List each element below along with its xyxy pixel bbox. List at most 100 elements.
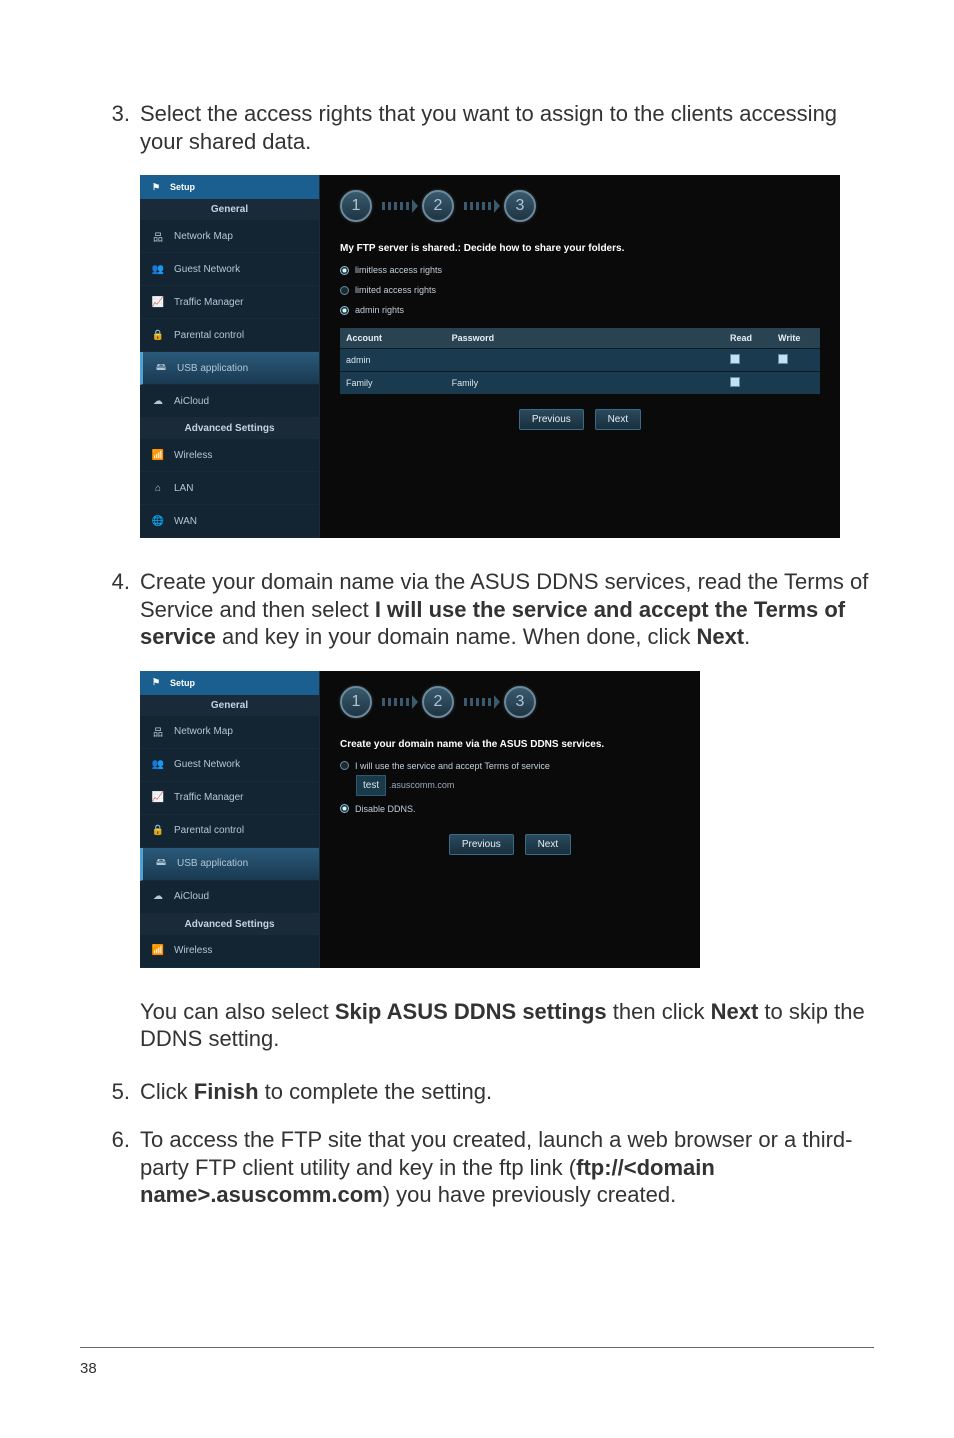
sidebar-item-label: AiCloud: [174, 891, 209, 902]
usb-icon: 🖴: [153, 360, 169, 376]
sidebar-item-usb[interactable]: 🖴 USB application: [140, 848, 319, 881]
sidebar-item-wireless[interactable]: 📶 Wireless: [140, 935, 319, 968]
sidebar-item-wireless[interactable]: 📶Wireless: [140, 439, 319, 472]
arrow-icon: [464, 698, 494, 706]
main-panel: 1 2 3 Create your domain name via the AS…: [320, 671, 700, 968]
radio-accept-terms[interactable]: I will use the service and accept Terms …: [340, 756, 680, 776]
flag-icon: ⚑: [148, 675, 164, 691]
radio-admin[interactable]: admin rights: [340, 300, 820, 320]
chart-icon: 📈: [150, 790, 166, 806]
sidebar-item-network-map[interactable]: 品Network Map: [140, 716, 319, 749]
text: .: [744, 624, 750, 649]
sidebar-item-network-map[interactable]: 品Network Map: [140, 220, 319, 253]
usb-icon: 🖴: [153, 856, 169, 872]
step-number: 5.: [100, 1078, 140, 1107]
cloud-icon: ☁: [150, 393, 166, 409]
bold-text: Finish: [194, 1079, 259, 1104]
sidebar-item-traffic[interactable]: 📈 Traffic Manager: [140, 782, 319, 815]
sidebar-item-label: LAN: [174, 483, 193, 494]
next-button[interactable]: Next: [595, 409, 642, 430]
arrow-icon: [464, 202, 494, 210]
checkbox-icon: [778, 354, 788, 364]
sidebar-item-label: Traffic Manager: [174, 792, 243, 803]
arrow-icon: [382, 698, 412, 706]
radio-icon: [340, 306, 349, 315]
radio-icon: [340, 761, 349, 770]
previous-button[interactable]: Previous: [519, 409, 584, 430]
cloud-icon: ☁: [150, 889, 166, 905]
domain-input[interactable]: test: [356, 775, 386, 796]
radio-limitless[interactable]: limitless access rights: [340, 260, 820, 280]
cell-write[interactable]: [772, 349, 820, 372]
sidebar-item-wan[interactable]: 🌐WAN: [140, 505, 319, 538]
cell-password[interactable]: Family: [446, 372, 724, 395]
cell-read[interactable]: [724, 372, 772, 395]
advanced-header: Advanced Settings: [140, 418, 319, 439]
setup-label: Setup: [170, 182, 195, 192]
radio-label: limited access rights: [355, 285, 436, 295]
setup-header: ⚑ Setup: [140, 175, 319, 199]
network-icon: 品: [150, 228, 166, 244]
accounts-table: Account Password Read Write admin Family…: [340, 328, 820, 394]
step-number: 6.: [100, 1126, 140, 1209]
sidebar-item-traffic[interactable]: 📈Traffic Manager: [140, 286, 319, 319]
sidebar-item-guest[interactable]: 👥Guest Network: [140, 749, 319, 782]
sidebar-item-lan[interactable]: ⌂ LAN: [140, 472, 319, 505]
sidebar-item-label: Wireless: [174, 450, 212, 461]
sidebar-item-aicloud[interactable]: ☁ AiCloud: [140, 881, 319, 914]
sidebar-item-label: Network Map: [174, 726, 233, 737]
wifi-icon: 📶: [150, 943, 166, 959]
sidebar-item-label: Guest Network: [174, 264, 240, 275]
table-row: admin: [340, 349, 820, 372]
next-button[interactable]: Next: [525, 834, 572, 855]
main-panel: 1 2 3 My FTP server is shared.: Decide h…: [320, 175, 840, 538]
sidebar-item-label: USB application: [177, 363, 248, 374]
step-6-text: To access the FTP site that you created,…: [140, 1126, 874, 1209]
radio-label: admin rights: [355, 305, 404, 315]
text: You can also select: [140, 999, 335, 1024]
radio-icon: [340, 286, 349, 295]
th-read: Read: [724, 328, 772, 349]
wizard-step-1: 1: [340, 686, 372, 718]
wizard-stepper: 1 2 3: [340, 190, 820, 222]
chart-icon: 📈: [150, 294, 166, 310]
sidebar-item-aicloud[interactable]: ☁AiCloud: [140, 385, 319, 418]
radio-limited[interactable]: limited access rights: [340, 280, 820, 300]
wizard-step-2: 2: [422, 190, 454, 222]
lock-icon: 🔒: [150, 823, 166, 839]
cell-read[interactable]: [724, 349, 772, 372]
previous-button[interactable]: Previous: [449, 834, 514, 855]
domain-suffix: .asuscomm.com: [389, 780, 455, 790]
step-4-text: Create your domain name via the ASUS DDN…: [140, 568, 874, 651]
step-3-text: Select the access rights that you want t…: [140, 100, 874, 155]
sidebar-item-parental[interactable]: 🔒Parental control: [140, 319, 319, 352]
sidebar-item-label: Wireless: [174, 945, 212, 956]
radio-label: limitless access rights: [355, 265, 442, 275]
step-number: 4.: [100, 568, 140, 651]
sidebar: ⚑ Setup General 品Network Map 👥Guest Netw…: [140, 175, 320, 538]
step-5-text: Click Finish to complete the setting.: [140, 1078, 492, 1107]
text: and key in your domain name. When done, …: [216, 624, 697, 649]
note-skip-ddns: You can also select Skip ASUS DDNS setti…: [140, 998, 874, 1053]
sidebar-item-label: USB application: [177, 858, 248, 869]
sidebar-item-parental[interactable]: 🔒 Parental control: [140, 815, 319, 848]
cell-write[interactable]: [772, 372, 820, 395]
cell-password[interactable]: [446, 349, 724, 372]
radio-disable-ddns[interactable]: Disable DDNS.: [340, 799, 680, 819]
flag-icon: ⚑: [148, 179, 164, 195]
users-icon: 👥: [150, 261, 166, 277]
sidebar-item-usb[interactable]: 🖴 USB application: [140, 352, 319, 385]
setup-label: Setup: [170, 678, 195, 688]
sidebar: ⚑ Setup General 品Network Map 👥Guest Netw…: [140, 671, 320, 968]
sidebar-item-guest[interactable]: 👥 Guest Network: [140, 253, 319, 286]
page-number: 38: [80, 1360, 97, 1377]
sidebar-item-label: Parental control: [174, 825, 244, 836]
text: then click: [607, 999, 711, 1024]
th-password: Password: [446, 328, 724, 349]
advanced-header: Advanced Settings: [140, 914, 319, 935]
wizard-step-3: 3: [504, 190, 536, 222]
home-icon: ⌂: [150, 480, 166, 496]
step-number: 3.: [100, 100, 140, 155]
arrow-icon: [382, 202, 412, 210]
general-header: General: [140, 695, 319, 716]
